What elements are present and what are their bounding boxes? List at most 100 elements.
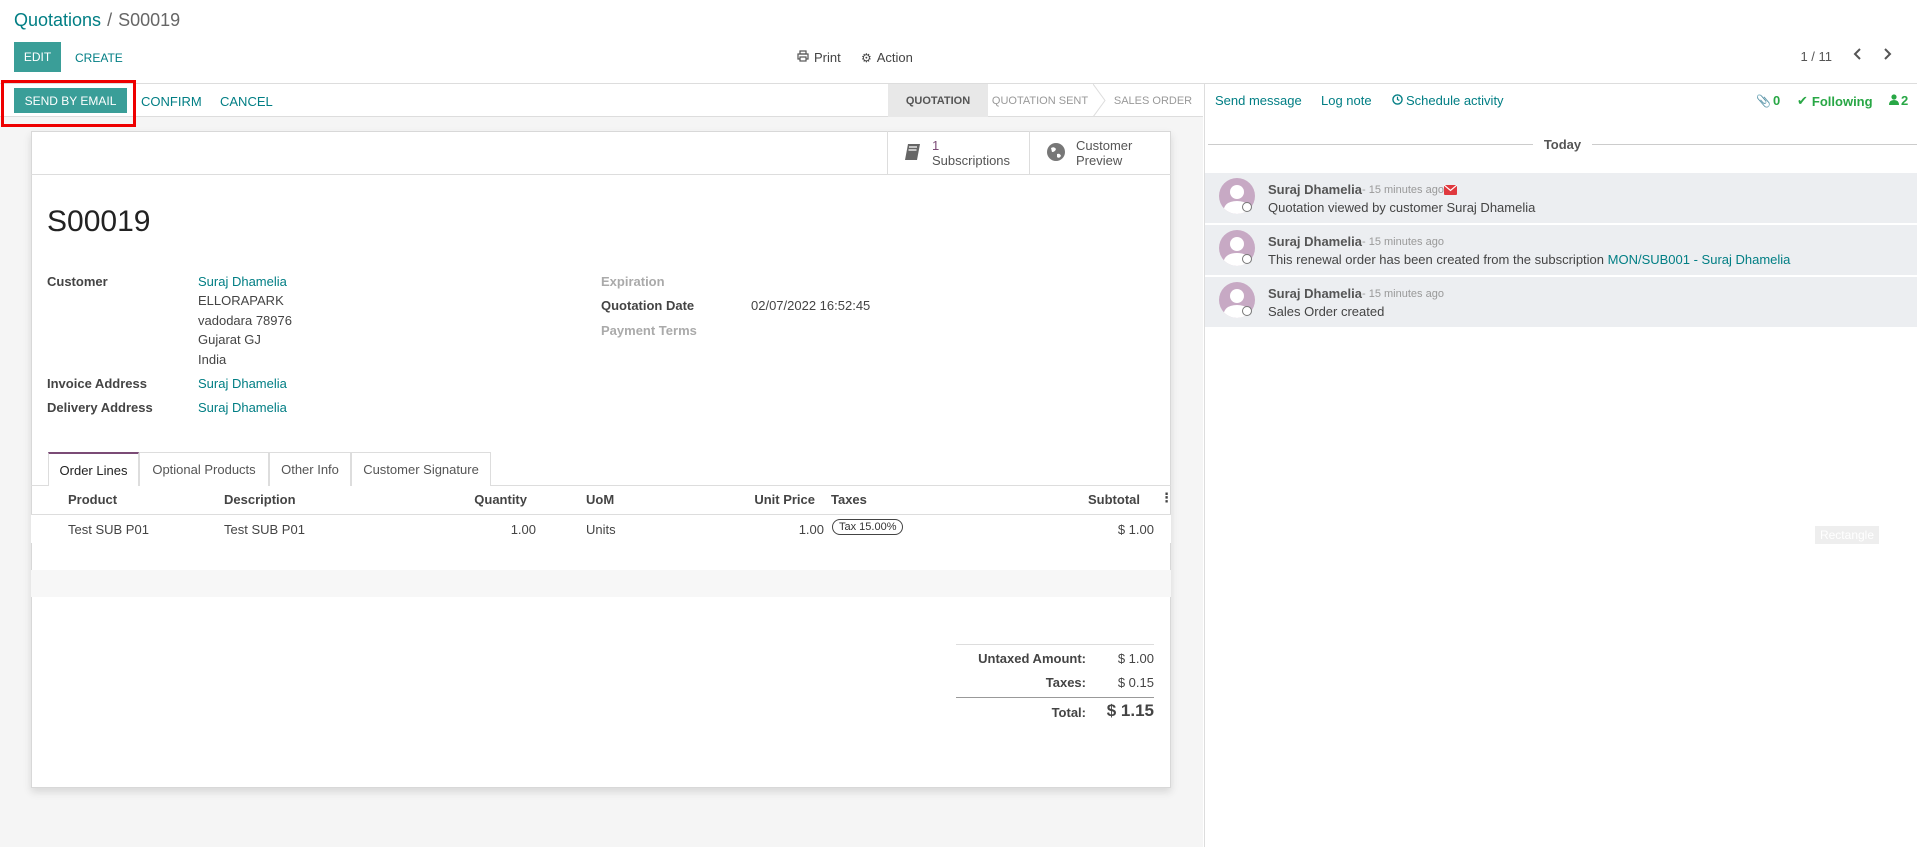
create-button[interactable]: CREATE (75, 51, 123, 65)
print-label: Print (814, 50, 841, 65)
empty-table-row (31, 570, 1171, 597)
total-value: $ 1.15 (1106, 701, 1154, 720)
customer-label: Customer (47, 274, 108, 289)
check-icon: ✔ (1797, 93, 1808, 108)
cell-unit-price[interactable]: 1.00 (715, 522, 824, 537)
tab-order-lines[interactable]: Order Lines (48, 452, 139, 486)
customer-link[interactable]: Suraj Dhamelia (198, 274, 287, 289)
status-quotation[interactable]: QUOTATION (888, 84, 988, 117)
clock-icon (1392, 93, 1403, 108)
schedule-activity-button[interactable]: Schedule activity (1392, 93, 1504, 108)
customer-preview-line1: Customer (1076, 138, 1133, 153)
attachments-button[interactable]: 📎 0 (1756, 93, 1780, 108)
totals-divider (956, 697, 1154, 698)
col-header-subtotal[interactable]: Subtotal (1040, 492, 1140, 507)
breadcrumb: Quotations / S00019 (14, 10, 180, 31)
invoice-address-link[interactable]: Suraj Dhamelia (198, 376, 287, 391)
cell-uom[interactable]: Units (586, 522, 616, 537)
message-body: Sales Order created (1268, 304, 1385, 319)
total-label: Total: (1051, 705, 1086, 720)
chatter-message (1205, 277, 1917, 328)
status-arrow-1 (976, 84, 988, 117)
subscriptions-count: 1 (932, 138, 940, 153)
paperclip-icon: 📎 (1756, 93, 1771, 108)
col-header-unit-price[interactable]: Unit Price (715, 492, 815, 507)
status-sales-order[interactable]: SALES ORDER (1107, 84, 1199, 117)
delivery-address-label: Delivery Address (47, 400, 153, 415)
message-author[interactable]: Suraj Dhamelia (1268, 182, 1362, 197)
untaxed-amount-label: Untaxed Amount: (978, 651, 1086, 666)
address-line: India (198, 352, 227, 367)
cancel-button[interactable]: CANCEL (220, 94, 273, 109)
presence-indicator (1242, 306, 1252, 316)
schedule-activity-label: Schedule activity (1406, 93, 1504, 108)
breadcrumb-separator: / (107, 10, 113, 30)
cell-subtotal[interactable]: $ 1.00 (1044, 522, 1154, 537)
tab-other-info[interactable]: Other Info (269, 452, 351, 486)
pager-value[interactable]: 1 / 11 (1800, 49, 1832, 64)
highlight-box (1, 80, 136, 127)
send-message-button[interactable]: Send message (1215, 93, 1302, 108)
action-label: Action (876, 50, 913, 65)
message-time: - 15 minutes ago (1362, 288, 1444, 300)
message-author[interactable]: Suraj Dhamelia (1268, 234, 1362, 249)
taxes-label: Taxes: (1045, 675, 1086, 690)
tab-optional-products[interactable]: Optional Products (139, 452, 269, 486)
chatter-message (1205, 173, 1917, 224)
chevron-left-icon (1853, 47, 1863, 63)
tab-customer-signature[interactable]: Customer Signature (351, 452, 491, 486)
edit-button[interactable]: EDIT (14, 42, 61, 72)
customer-preview-smart-button[interactable]: Customer Preview (1029, 131, 1171, 175)
cell-description[interactable]: Test SUB P01 (224, 522, 305, 537)
col-header-description[interactable]: Description (224, 492, 296, 507)
cell-quantity[interactable]: 1.00 (428, 522, 536, 537)
col-header-product[interactable]: Product (68, 492, 117, 507)
subscription-link[interactable]: MON/SUB001 - Suraj Dhamelia (1608, 252, 1791, 267)
breadcrumb-quotations-link[interactable]: Quotations (14, 10, 101, 30)
untaxed-amount-value: $ 1.00 (1117, 651, 1154, 666)
status-quotation-sent[interactable]: QUOTATION SENT (990, 84, 1090, 117)
date-divider-line (1592, 144, 1917, 145)
gear-icon: ⚙ (861, 50, 872, 65)
message-body: This renewal order has been created from… (1268, 252, 1790, 267)
presence-indicator (1242, 202, 1252, 212)
envelope-icon (1443, 183, 1458, 198)
tax-badge[interactable]: Tax 15.00% (832, 519, 904, 535)
following-button[interactable]: ✔ Following (1797, 93, 1873, 109)
address-line: Gujarat GJ (198, 332, 261, 347)
confirm-button[interactable]: CONFIRM (141, 94, 202, 109)
message-text: This renewal order has been created from… (1268, 252, 1608, 267)
log-note-button[interactable]: Log note (1321, 93, 1372, 108)
address-line: vadodara 78976 (198, 313, 292, 328)
quotation-date-value[interactable]: 02/07/2022 16:52:45 (751, 298, 870, 313)
col-header-quantity[interactable]: Quantity (428, 492, 527, 507)
message-body: Quotation viewed by customer Suraj Dhame… (1268, 200, 1536, 215)
column-options-icon[interactable]: ⋮ (1160, 490, 1173, 506)
message-time: - 15 minutes ago (1362, 184, 1444, 196)
attachments-count: 0 (1772, 93, 1781, 108)
taxes-value: $ 0.15 (1117, 675, 1154, 690)
delivery-address-link[interactable]: Suraj Dhamelia (198, 400, 287, 415)
totals-top-divider (956, 644, 1154, 645)
subscriptions-label: Subscriptions (932, 153, 1011, 168)
chevron-right-icon (1882, 47, 1892, 63)
chatter-message (1205, 225, 1917, 276)
pager-next-button[interactable] (1878, 46, 1896, 64)
expiration-label: Expiration (601, 274, 665, 289)
date-divider-label: Today (1543, 137, 1582, 152)
cell-product[interactable]: Test SUB P01 (68, 522, 149, 537)
followers-button[interactable]: 2 (1889, 93, 1908, 108)
pager-previous-button[interactable] (1849, 46, 1867, 64)
quotation-date-label: Quotation Date (601, 298, 695, 313)
date-divider-line (1208, 144, 1533, 145)
message-author[interactable]: Suraj Dhamelia (1268, 286, 1362, 301)
payment-terms-label: Payment Terms (601, 323, 697, 338)
record-title: S00019 (47, 205, 151, 238)
print-menu[interactable]: Print (797, 50, 841, 65)
col-header-taxes[interactable]: Taxes (831, 492, 867, 507)
action-menu[interactable]: ⚙ Action (861, 50, 913, 65)
user-icon (1889, 93, 1899, 108)
breadcrumb-current: S00019 (118, 10, 181, 30)
col-header-uom[interactable]: UoM (586, 492, 614, 507)
subscriptions-smart-button[interactable]: 1 Subscriptions (887, 131, 1029, 175)
